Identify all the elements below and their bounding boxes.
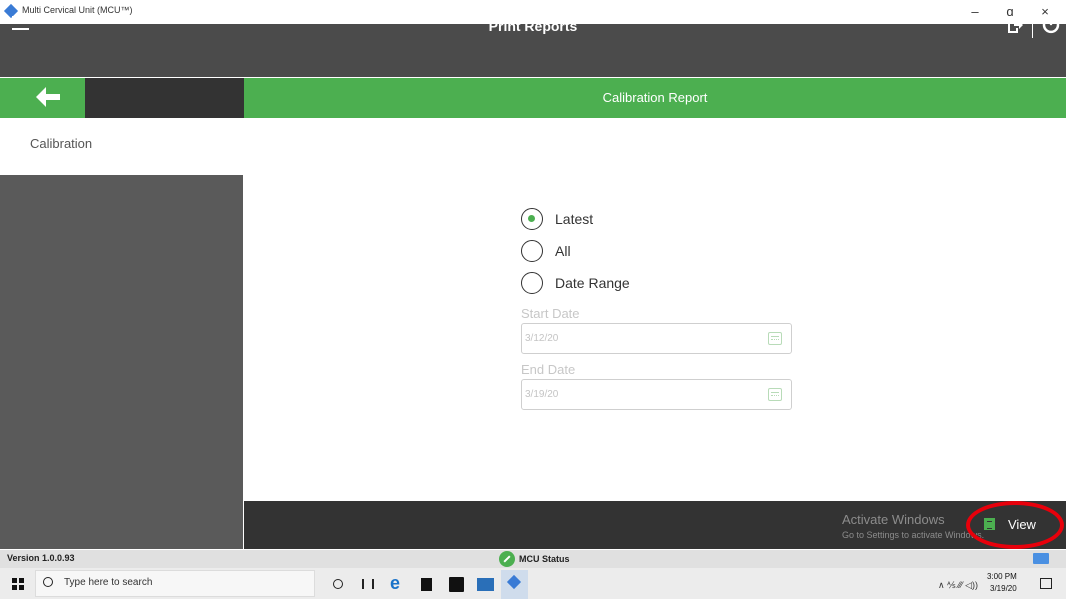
file-explorer-icon[interactable] [421, 578, 432, 591]
radio-latest-icon[interactable] [521, 208, 543, 230]
end-date-value: 3/19/20 [525, 389, 559, 400]
header-divider [1032, 14, 1033, 38]
radio-all-icon[interactable] [521, 240, 543, 262]
notification-icon[interactable] [1040, 578, 1052, 589]
clock-date[interactable]: 3/19/20 [990, 584, 1017, 593]
keyboard-icon[interactable] [1033, 553, 1049, 564]
link-icon [499, 551, 515, 567]
calendar-icon[interactable] [768, 388, 782, 401]
end-date-label: End Date [521, 362, 576, 377]
mcu-status-label: MCU Status [519, 554, 570, 564]
system-tray-icons[interactable]: ∧ ⅍ ⁄⁄⁄ ◁)) [938, 580, 978, 591]
calendar-icon[interactable] [768, 332, 782, 345]
page-title: Print Reports [488, 18, 578, 34]
radio-date-range-icon[interactable] [521, 272, 543, 294]
end-date-field[interactable]: 3/19/20 [521, 379, 792, 410]
edge-browser-icon[interactable]: e [390, 574, 405, 592]
store-icon[interactable] [449, 577, 464, 592]
power-icon[interactable] [1040, 14, 1062, 36]
mail-icon[interactable] [477, 578, 494, 591]
radio-label: Date Range [555, 275, 630, 291]
task-view-icon[interactable] [362, 579, 374, 589]
red-highlight-circle [966, 501, 1064, 549]
windows-start-icon[interactable] [12, 578, 24, 590]
arrow-left-icon[interactable] [34, 85, 62, 109]
sidebar-item-calibration[interactable]: Calibration [30, 136, 92, 151]
start-date-value: 3/12/20 [525, 333, 559, 344]
version-label: Version 1.0.0.93 [7, 553, 75, 563]
cortana-icon[interactable] [333, 579, 343, 589]
clock-time[interactable]: 3:00 PM [987, 572, 1017, 581]
search-icon [43, 577, 53, 587]
taskbar-search-placeholder: Type here to search [64, 577, 153, 588]
sidebar-panel [0, 175, 243, 549]
activate-windows-hint: Go to Settings to activate Windows. [842, 530, 985, 540]
radio-label: Latest [555, 211, 594, 227]
activate-windows-watermark: Activate Windows [842, 512, 945, 527]
logout-icon[interactable] [1006, 16, 1024, 34]
subheader-spacer [85, 78, 244, 118]
radio-label: All [555, 243, 571, 259]
start-date-field[interactable]: 3/12/20 [521, 323, 792, 354]
report-title: Calibration Report [602, 90, 708, 105]
start-date-label: Start Date [521, 306, 580, 321]
